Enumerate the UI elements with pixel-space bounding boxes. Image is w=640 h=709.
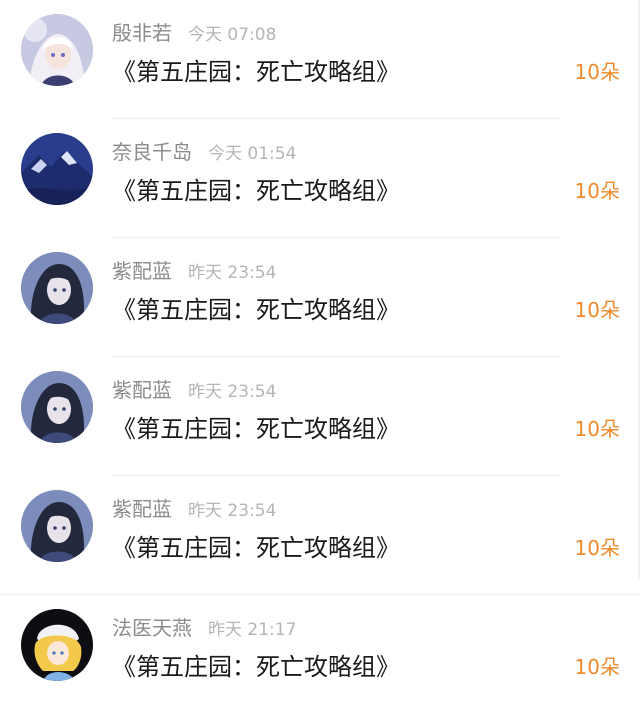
- list-item[interactable]: 紫配蓝 昨天 23:54 《第五庄园：死亡攻略组》 10朵: [0, 357, 640, 476]
- blue-landscape-avatar-icon: [21, 133, 93, 205]
- anime-girl-white-hair-avatar-icon: [21, 14, 93, 86]
- gift-record-list: 殷非若 今天 07:08 《第五庄园：死亡攻略组》 10朵 奈良千岛 今天 01:5…: [0, 0, 640, 709]
- item-meta: 奈良千岛 今天 01:54: [112, 137, 296, 167]
- sender-name[interactable]: 奈良千岛: [112, 140, 192, 164]
- timestamp: 昨天 23:54: [188, 382, 277, 402]
- sender-name[interactable]: 法医天燕: [112, 616, 192, 640]
- flower-count: 10朵: [574, 60, 620, 84]
- list-item[interactable]: 法医天燕 昨天 21:17 《第五庄园：死亡攻略组》 10朵: [0, 595, 640, 709]
- flower-count: 10朵: [574, 655, 620, 679]
- flower-count: 10朵: [574, 417, 620, 441]
- timestamp: 今天 07:08: [188, 25, 277, 45]
- item-meta: 紫配蓝 昨天 23:54: [112, 494, 276, 524]
- blonde-character-avatar-icon: [21, 609, 93, 681]
- avatar[interactable]: [21, 14, 93, 86]
- flower-count: 10朵: [574, 179, 620, 203]
- gift-title: 《第五庄园：死亡攻略组》: [112, 58, 400, 86]
- sender-name[interactable]: 紫配蓝: [112, 259, 172, 283]
- list-item[interactable]: 紫配蓝 昨天 23:54 《第五庄园：死亡攻略组》 10朵: [0, 238, 640, 357]
- avatar[interactable]: [21, 252, 93, 324]
- sender-name[interactable]: 紫配蓝: [112, 497, 172, 521]
- gift-title: 《第五庄园：死亡攻略组》: [112, 177, 400, 205]
- dark-hair-character-avatar-icon: [21, 371, 93, 443]
- gift-title: 《第五庄园：死亡攻略组》: [112, 534, 400, 562]
- timestamp: 昨天 21:17: [208, 620, 297, 640]
- sender-name[interactable]: 殷非若: [112, 21, 172, 45]
- avatar[interactable]: [21, 490, 93, 562]
- avatar[interactable]: [21, 609, 93, 681]
- item-meta: 紫配蓝 昨天 23:54: [112, 375, 276, 405]
- timestamp: 昨天 23:54: [188, 263, 277, 283]
- dark-hair-character-avatar-icon: [21, 490, 93, 562]
- item-meta: 殷非若 今天 07:08: [112, 18, 276, 48]
- list-item[interactable]: 奈良千岛 今天 01:54 《第五庄园：死亡攻略组》 10朵: [0, 119, 640, 238]
- item-meta: 紫配蓝 昨天 23:54: [112, 256, 276, 286]
- flower-count: 10朵: [574, 298, 620, 322]
- item-meta: 法医天燕 昨天 21:17: [112, 613, 296, 643]
- gift-title: 《第五庄园：死亡攻略组》: [112, 415, 400, 443]
- gift-title: 《第五庄园：死亡攻略组》: [112, 296, 400, 324]
- timestamp: 今天 01:54: [208, 144, 297, 164]
- sender-name[interactable]: 紫配蓝: [112, 378, 172, 402]
- dark-hair-character-avatar-icon: [21, 252, 93, 324]
- list-item[interactable]: 殷非若 今天 07:08 《第五庄园：死亡攻略组》 10朵: [0, 0, 640, 119]
- avatar[interactable]: [21, 133, 93, 205]
- list-item[interactable]: 紫配蓝 昨天 23:54 《第五庄园：死亡攻略组》 10朵: [0, 476, 640, 595]
- avatar[interactable]: [21, 371, 93, 443]
- gift-title: 《第五庄园：死亡攻略组》: [112, 653, 400, 681]
- timestamp: 昨天 23:54: [188, 501, 277, 521]
- flower-count: 10朵: [574, 536, 620, 560]
